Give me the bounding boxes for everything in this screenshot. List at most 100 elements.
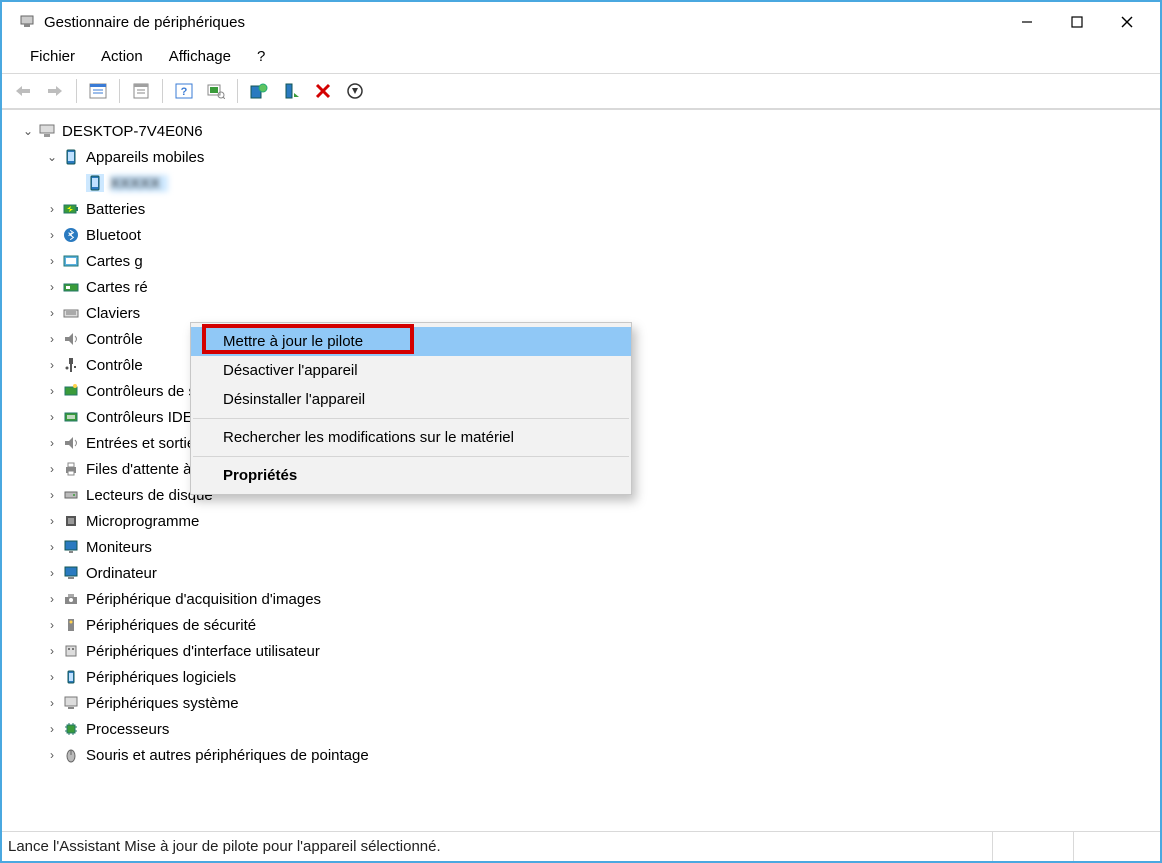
disable-device-button[interactable]: [310, 78, 336, 104]
expand-icon[interactable]: ›: [44, 202, 60, 216]
context-separator: [193, 456, 629, 457]
context-properties[interactable]: Propriétés: [191, 461, 631, 490]
minimize-button[interactable]: [1002, 2, 1052, 42]
expand-icon[interactable]: ›: [44, 618, 60, 632]
download-button[interactable]: [342, 78, 368, 104]
menu-action[interactable]: Action: [91, 46, 153, 67]
display-adapter-icon: [62, 252, 80, 270]
statusbar: Lance l'Assistant Mise à jour de pilote …: [2, 831, 1160, 861]
system-device-icon: [62, 694, 80, 712]
context-uninstall-device[interactable]: Désinstaller l'appareil: [191, 385, 631, 414]
network-adapter-icon: [62, 278, 80, 296]
window-title: Gestionnaire de périphériques: [44, 14, 245, 31]
back-button[interactable]: [10, 78, 36, 104]
mouse-icon: [62, 746, 80, 764]
expand-icon[interactable]: ›: [44, 540, 60, 554]
expand-icon[interactable]: ›: [44, 306, 60, 320]
expand-icon[interactable]: ›: [44, 254, 60, 268]
menu-view[interactable]: Affichage: [159, 46, 241, 67]
tree-monitors[interactable]: ›Moniteurs: [44, 534, 1160, 560]
expand-icon[interactable]: ›: [44, 410, 60, 424]
processor-icon: [62, 720, 80, 738]
expand-icon[interactable]: ›: [44, 644, 60, 658]
tree-mobile-devices[interactable]: ⌄ Appareils mobiles: [44, 144, 1160, 170]
uninstall-device-button[interactable]: [278, 78, 304, 104]
show-hide-tree-button[interactable]: [85, 78, 111, 104]
tree-processors[interactable]: ›Processeurs: [44, 716, 1160, 742]
sound-controller-icon: [62, 330, 80, 348]
software-device-icon: [62, 668, 80, 686]
forward-button[interactable]: [42, 78, 68, 104]
camera-icon: [62, 590, 80, 608]
tree-firmware[interactable]: ›Microprogramme: [44, 508, 1160, 534]
expand-icon[interactable]: ›: [44, 332, 60, 346]
context-update-driver[interactable]: Mettre à jour le pilote: [191, 327, 631, 356]
tree-root[interactable]: ⌄ DESKTOP-7V4E0N6: [20, 118, 1160, 144]
expand-icon[interactable]: ›: [44, 228, 60, 242]
ide-controller-icon: [62, 408, 80, 426]
tree-computer[interactable]: ›Ordinateur: [44, 560, 1160, 586]
phone-icon: [86, 174, 104, 192]
tree-software-devices[interactable]: ›Périphériques logiciels: [44, 664, 1160, 690]
status-text: Lance l'Assistant Mise à jour de pilote …: [8, 838, 992, 855]
help-button[interactable]: ?: [171, 78, 197, 104]
expand-icon[interactable]: ›: [44, 358, 60, 372]
tree-mice[interactable]: ›Souris et autres périphériques de point…: [44, 742, 1160, 768]
keyboard-icon: [62, 304, 80, 322]
security-device-icon: [62, 616, 80, 634]
tree-batteries[interactable]: ›Batteries: [44, 196, 1160, 222]
titlebar: Gestionnaire de périphériques: [2, 2, 1160, 42]
collapse-icon[interactable]: ⌄: [44, 150, 60, 164]
expand-icon[interactable]: ›: [44, 566, 60, 580]
speaker-icon: [62, 434, 80, 452]
expand-icon[interactable]: ›: [44, 384, 60, 398]
scan-hardware-button[interactable]: [203, 78, 229, 104]
tree-network-cards[interactable]: ›Cartes ré: [44, 274, 1160, 300]
menu-help[interactable]: ?: [247, 46, 275, 67]
context-scan-hardware[interactable]: Rechercher les modifications sur le maté…: [191, 423, 631, 452]
expand-icon[interactable]: ›: [44, 696, 60, 710]
tree-security-devices[interactable]: ›Périphériques de sécurité: [44, 612, 1160, 638]
app-icon: [18, 13, 36, 31]
window: Gestionnaire de périphériques Fichier Ac…: [0, 0, 1162, 863]
tree-mobile-device-item[interactable]: XXXXX: [68, 170, 1160, 196]
firmware-icon: [62, 512, 80, 530]
printer-icon: [62, 460, 80, 478]
update-driver-button[interactable]: [246, 78, 272, 104]
context-menu: Mettre à jour le pilote Désactiver l'app…: [190, 322, 632, 495]
computer-icon: [38, 122, 56, 140]
disk-drive-icon: [62, 486, 80, 504]
tree-hid-devices[interactable]: ›Périphériques d'interface utilisateur: [44, 638, 1160, 664]
context-separator: [193, 418, 629, 419]
window-controls: [1002, 2, 1152, 42]
expand-icon[interactable]: ›: [44, 488, 60, 502]
monitor-icon: [62, 538, 80, 556]
close-button[interactable]: [1102, 2, 1152, 42]
expand-icon[interactable]: ›: [44, 462, 60, 476]
expand-icon[interactable]: ›: [44, 670, 60, 684]
context-disable-device[interactable]: Désactiver l'appareil: [191, 356, 631, 385]
expand-icon[interactable]: ›: [44, 748, 60, 762]
menubar: Fichier Action Affichage ?: [2, 42, 1160, 73]
tree-imaging-devices[interactable]: ›Périphérique d'acquisition d'images: [44, 586, 1160, 612]
bluetooth-icon: [62, 226, 80, 244]
usb-controller-icon: [62, 356, 80, 374]
expand-icon[interactable]: ›: [44, 280, 60, 294]
svg-text:?: ?: [181, 86, 188, 98]
expand-icon[interactable]: ›: [44, 592, 60, 606]
menu-file[interactable]: Fichier: [20, 46, 85, 67]
storage-controller-icon: [62, 382, 80, 400]
tree-graphics-cards[interactable]: ›Cartes g: [44, 248, 1160, 274]
maximize-button[interactable]: [1052, 2, 1102, 42]
content-area: ⌄ DESKTOP-7V4E0N6 ⌄ Appareils mobiles XX…: [2, 109, 1160, 830]
tree-system-devices[interactable]: ›Périphériques système: [44, 690, 1160, 716]
expand-icon[interactable]: ›: [44, 514, 60, 528]
toolbar: ?: [2, 73, 1160, 109]
collapse-icon[interactable]: ⌄: [20, 124, 36, 138]
properties-button[interactable]: [128, 78, 154, 104]
hid-icon: [62, 642, 80, 660]
expand-icon[interactable]: ›: [44, 436, 60, 450]
expand-icon[interactable]: ›: [44, 722, 60, 736]
tree-bluetooth[interactable]: ›Bluetoot: [44, 222, 1160, 248]
phone-icon: [62, 148, 80, 166]
